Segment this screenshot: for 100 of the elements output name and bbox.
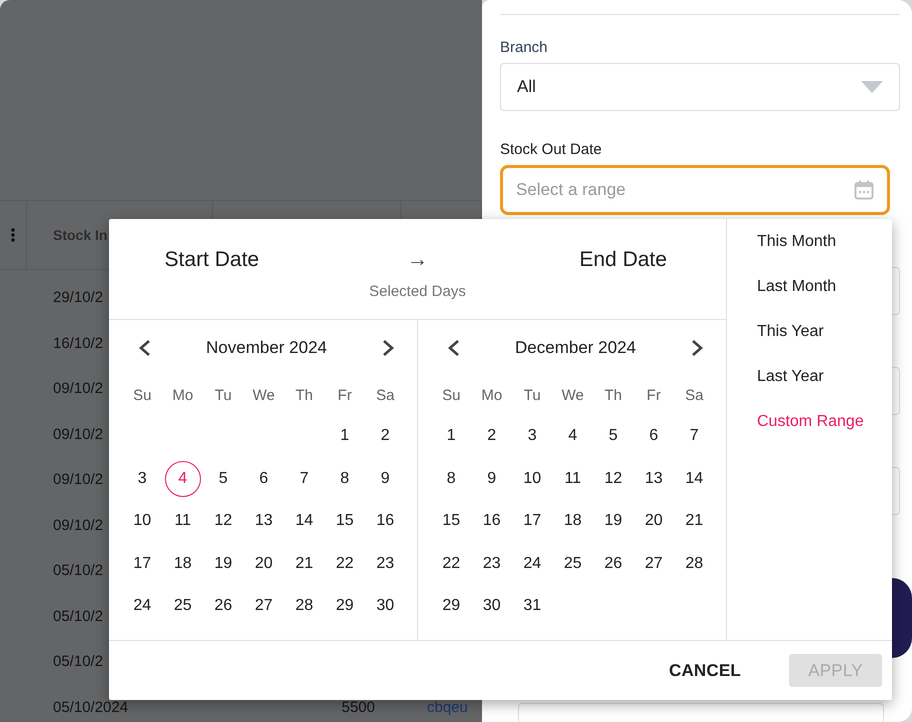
weekday-label: Sa: [376, 386, 394, 404]
dropdown-caret-icon: [861, 81, 883, 93]
calendar-day[interactable]: 4: [554, 418, 591, 454]
weekday-label: Tu: [524, 386, 541, 404]
table-cell-text: 09/10/2: [52, 471, 104, 488]
field-label: Branch: [500, 39, 549, 56]
range-preset-item[interactable]: This Year: [757, 322, 824, 340]
calendar-day[interactable]: 25: [164, 588, 201, 624]
calendar-day[interactable]: 11: [164, 503, 201, 540]
calendar-day[interactable]: 3: [124, 460, 160, 497]
calendar-day[interactable]: 15: [433, 503, 470, 540]
calendar-day[interactable]: 12: [595, 460, 632, 497]
calendar-day[interactable]: 24: [514, 546, 550, 582]
field-label: Stock Out Date: [500, 141, 603, 158]
calendar-day[interactable]: 17: [514, 503, 550, 540]
calendar-day[interactable]: 18: [164, 546, 201, 582]
calendar-day[interactable]: 29: [326, 588, 363, 624]
calendar-day[interactable]: 9: [474, 460, 510, 497]
next-month-icon[interactable]: [690, 340, 704, 356]
weekday-label: Su: [133, 386, 152, 404]
calendar-day[interactable]: 20: [636, 503, 672, 540]
calendar-day[interactable]: 21: [676, 503, 712, 540]
range-preset-item[interactable]: Custom Range: [757, 412, 864, 430]
calendar-day[interactable]: 23: [474, 546, 510, 582]
weekday-label: We: [252, 386, 275, 404]
calendar-day[interactable]: 2: [474, 418, 510, 454]
calendar-day[interactable]: 5: [595, 418, 632, 454]
weekday-label: Fr: [338, 386, 352, 404]
weekday-label: Th: [295, 386, 313, 404]
weekday-label: Su: [442, 386, 460, 404]
calendar-day[interactable]: 6: [636, 418, 672, 454]
calendar-day[interactable]: 20: [246, 546, 282, 582]
calendar-day[interactable]: 26: [595, 546, 632, 582]
calendar-day[interactable]: 10: [124, 503, 160, 540]
start-date-label: Start Date: [164, 248, 260, 272]
weekday-label: Fr: [646, 386, 661, 404]
calendar-day[interactable]: 7: [676, 418, 712, 454]
calendar-day[interactable]: 19: [205, 546, 242, 582]
calendar-day[interactable]: 19: [595, 503, 632, 540]
cancel-button[interactable]: CANCEL: [652, 654, 758, 687]
calendar-day[interactable]: 27: [636, 546, 672, 582]
calendar-day[interactable]: 27: [246, 588, 282, 624]
calendar-day[interactable]: 28: [286, 588, 322, 624]
table-cell-text: 05/10/2: [52, 653, 104, 670]
next-month-icon[interactable]: [381, 340, 395, 356]
range-preset-item[interactable]: Last Month: [757, 278, 836, 296]
calendar-day[interactable]: 6: [246, 460, 282, 497]
calendar-day[interactable]: 5: [205, 460, 242, 497]
calendar-day[interactable]: 2: [367, 418, 404, 454]
calendar-day[interactable]: 31: [514, 588, 550, 624]
calendar-day[interactable]: 1: [433, 418, 470, 454]
weekday-label: Th: [604, 386, 622, 404]
table-cell-text: 09/10/2: [52, 426, 104, 443]
calendar-day[interactable]: 16: [474, 503, 510, 540]
calendar-day[interactable]: 3: [514, 418, 550, 454]
calendar-day[interactable]: 29: [433, 588, 470, 624]
calendar-day[interactable]: 22: [326, 546, 363, 582]
calendar-day[interactable]: 30: [474, 588, 510, 624]
weekday-label: Mo: [481, 386, 502, 404]
calendar-day[interactable]: 16: [367, 503, 404, 540]
previous-month-icon[interactable]: [447, 340, 461, 356]
calendar-day[interactable]: 13: [636, 460, 672, 497]
month-title: December 2024: [515, 338, 636, 358]
range-preset-item[interactable]: Last Year: [757, 368, 824, 386]
calendar-day[interactable]: 8: [433, 460, 470, 497]
calendar-day[interactable]: 21: [286, 546, 322, 582]
calendar-day[interactable]: 15: [326, 503, 363, 540]
calendar-day[interactable]: 4: [164, 460, 201, 497]
calendar-day[interactable]: 14: [676, 460, 712, 497]
weekday-label: Tu: [214, 386, 232, 404]
calendar-day[interactable]: 24: [124, 588, 160, 624]
calendar-day[interactable]: 11: [554, 460, 591, 497]
calendar-day[interactable]: 7: [286, 460, 322, 497]
calendar-day[interactable]: 26: [205, 588, 242, 624]
previous-month-icon[interactable]: [138, 340, 152, 356]
select-field[interactable]: All: [500, 63, 900, 111]
calendar-day[interactable]: 10: [514, 460, 550, 497]
table-cell-text: 05/10/2: [52, 562, 104, 580]
weekday-label: Mo: [172, 386, 194, 404]
table-cell-text: 05/10/2024: [52, 698, 128, 716]
date-range-field[interactable]: Select a range: [500, 165, 890, 215]
table-cell-text: 09/10/2: [52, 516, 104, 534]
range-preset-item[interactable]: This Month: [757, 232, 836, 250]
weekday-label: Sa: [685, 386, 704, 404]
calendar-day[interactable]: 22: [433, 546, 470, 582]
calendar-day[interactable]: 1: [326, 418, 363, 454]
calendar-day[interactable]: 28: [676, 546, 712, 582]
calendar-day[interactable]: 12: [205, 503, 242, 540]
calendar-day[interactable]: 14: [286, 503, 322, 540]
selected-days-label: Selected Days: [369, 283, 466, 300]
calendar-day[interactable]: 13: [246, 503, 282, 540]
calendar-day[interactable]: 18: [554, 503, 591, 540]
calendar-day[interactable]: 9: [367, 460, 404, 497]
calendar-day[interactable]: 25: [554, 546, 591, 582]
arrow-glyph: →: [406, 248, 428, 272]
floating-button[interactable]: [892, 578, 912, 658]
calendar-day[interactable]: 30: [367, 588, 404, 624]
calendar-day[interactable]: 8: [326, 460, 363, 497]
calendar-day[interactable]: 17: [124, 546, 160, 582]
calendar-day[interactable]: 23: [367, 546, 404, 582]
